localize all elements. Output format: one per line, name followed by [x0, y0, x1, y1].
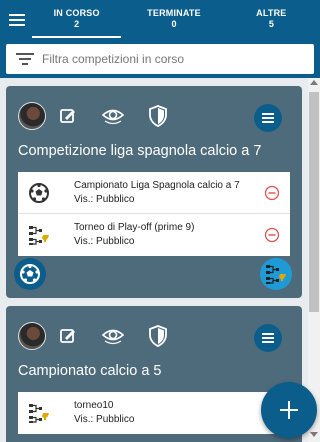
bracket-trophy-icon	[29, 226, 49, 245]
item-visibility: Vis.: Pubblico	[74, 236, 135, 247]
list-item[interactable]: Campionato Liga Spagnola calcio a 7 Vis.…	[18, 172, 290, 214]
add-tournament-button[interactable]	[260, 258, 292, 290]
hamburger-menu-icon	[262, 333, 274, 343]
bracket-trophy-icon	[266, 265, 286, 284]
shield-icon[interactable]	[146, 324, 170, 348]
tab-terminate[interactable]: TERMINATE 0	[125, 0, 222, 40]
add-competition-button[interactable]	[261, 382, 317, 438]
scrollbar-thumb[interactable]	[309, 92, 319, 312]
competition-list: Campionato Liga Spagnola calcio a 7 Vis.…	[18, 172, 290, 256]
remove-icon[interactable]	[264, 227, 280, 243]
tab-label: IN CORSO	[53, 8, 100, 18]
search-input[interactable]	[42, 52, 314, 66]
tab-label: ALTRE	[256, 8, 287, 18]
competition-title: Competizione liga spagnola calcio a 7	[18, 143, 262, 159]
hamburger-menu-icon	[9, 14, 25, 26]
remove-icon[interactable]	[264, 185, 280, 201]
competition-list: torneo10 Vis.: Pubblico	[18, 392, 290, 434]
list-item[interactable]: Torneo di Play-off (prime 9) Vis.: Pubbl…	[18, 214, 290, 256]
tab-in-corso[interactable]: IN CORSO 2	[28, 0, 125, 40]
competition-card: Competizione liga spagnola calcio a 7 Ca…	[6, 86, 302, 298]
avatar[interactable]	[18, 102, 46, 130]
tab-label: TERMINATE	[147, 8, 201, 18]
visibility-icon[interactable]	[101, 324, 125, 348]
avatar[interactable]	[18, 322, 46, 350]
shield-icon[interactable]	[146, 104, 170, 128]
app-header: IN CORSO 2 TERMINATE 0 ALTRE 5	[0, 0, 320, 40]
competition-card: Campionato calcio a 5 torneo10 Vis.: Pub…	[6, 306, 302, 442]
item-name: Campionato Liga Spagnola calcio a 7	[74, 180, 240, 191]
soccer-ball-icon	[20, 264, 40, 284]
item-name: torneo10	[74, 400, 114, 411]
tab-count: 0	[171, 19, 177, 29]
tab-altre[interactable]: ALTRE 5	[223, 0, 320, 40]
item-name: Torneo di Play-off (prime 9)	[74, 222, 195, 233]
more-options-button[interactable]	[254, 104, 282, 132]
item-visibility: Vis.: Pubblico	[74, 414, 135, 425]
edit-icon[interactable]	[56, 324, 80, 348]
item-visibility: Vis.: Pubblico	[74, 194, 135, 205]
visibility-icon[interactable]	[101, 104, 125, 128]
add-championship-button[interactable]	[14, 258, 46, 290]
competition-title: Campionato calcio a 5	[18, 363, 162, 379]
soccer-ball-icon	[29, 183, 49, 203]
filter-icon	[16, 53, 34, 65]
tab-count: 5	[268, 19, 274, 29]
search-box	[6, 44, 314, 74]
hamburger-menu-icon	[262, 113, 274, 123]
tab-count: 2	[74, 19, 80, 29]
plus-icon	[280, 401, 298, 419]
search-bar-container	[0, 40, 320, 78]
more-options-button[interactable]	[254, 324, 282, 352]
bracket-trophy-icon	[29, 404, 49, 423]
competition-tabs: IN CORSO 2 TERMINATE 0 ALTRE 5	[28, 0, 320, 40]
menu-button[interactable]	[6, 9, 28, 31]
edit-icon[interactable]	[56, 104, 80, 128]
list-item[interactable]: torneo10 Vis.: Pubblico	[18, 392, 290, 434]
scroll-up-arrow-icon[interactable]	[310, 80, 318, 85]
scroll-down-arrow-icon[interactable]	[310, 432, 318, 437]
